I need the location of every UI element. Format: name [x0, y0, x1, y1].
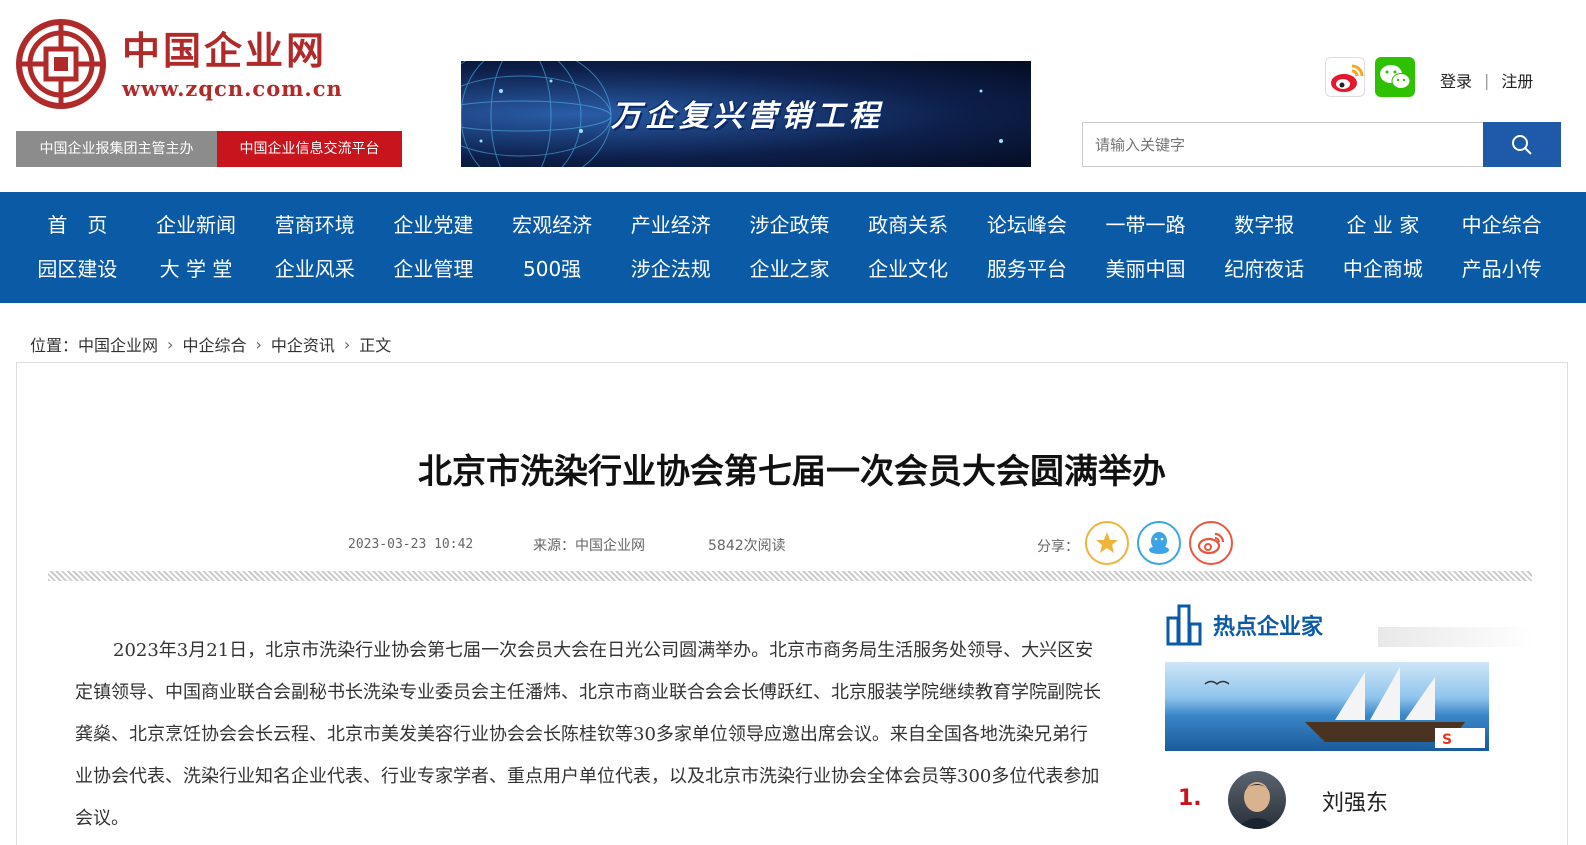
tag-platform: 中国企业信息交流平台: [217, 131, 402, 167]
article-divider: [48, 571, 1532, 581]
chevron-right-icon: ›: [255, 334, 262, 354]
share-label: 分享：: [1037, 539, 1079, 555]
article-title: 北京市洗染行业协会第七届一次会员大会圆满举办: [418, 452, 1166, 492]
tag-sponsor: 中国企业报集团主管主办: [16, 131, 217, 167]
building-icon: [1166, 604, 1202, 646]
banner-text: 万企复兴营销工程: [611, 99, 883, 134]
breadcrumb-prefix: 位置：: [30, 336, 79, 355]
nav-item[interactable]: 涉企法规: [611, 253, 730, 285]
nav-item[interactable]: 企业之家: [730, 253, 849, 285]
breadcrumb-item: 正文: [359, 336, 392, 355]
logo-url: www.zqcn.com.cn: [122, 75, 343, 101]
nav-item[interactable]: 纪府夜话: [1205, 253, 1324, 285]
breadcrumb: 位置： 中国企业网 › 中企综合 › 中企资讯 › 正文: [30, 332, 391, 356]
logo-emblem-icon: [16, 19, 106, 109]
article-source: 来源：中国企业网: [533, 538, 645, 554]
hot-rank-number: 1.: [1178, 786, 1202, 811]
nav-item[interactable]: 首 页: [18, 209, 137, 241]
header-banner[interactable]: 万企复兴营销工程: [461, 61, 1031, 167]
register-link[interactable]: 注册: [1501, 68, 1533, 92]
breadcrumb-item[interactable]: 中企综合: [182, 332, 246, 356]
search-input[interactable]: [1082, 122, 1483, 167]
nav-item[interactable]: 政商关系: [849, 209, 968, 241]
chevron-right-icon: ›: [167, 334, 174, 354]
nav-item[interactable]: 数字报: [1205, 209, 1324, 241]
article-reads: 5842次阅读: [708, 538, 786, 554]
nav-row-1: 首 页 企业新闻 营商环境 企业党建 宏观经济 产业经济 涉企政策 政商关系 论…: [18, 209, 1561, 241]
nav-item[interactable]: 园区建设: [18, 253, 137, 285]
nav-row-2: 园区建设 大 学 堂 企业风采 企业管理 500强 涉企法规 企业之家 企业文化…: [18, 253, 1561, 285]
auth-separator: |: [1484, 70, 1490, 90]
breadcrumb-item[interactable]: 中企资讯: [271, 332, 335, 356]
nav-item[interactable]: 中企商城: [1324, 253, 1443, 285]
site-header: 中国企业网 www.zqcn.com.cn 中国企业报集团主管主办 中国企业信息…: [0, 0, 1586, 192]
breadcrumb-item[interactable]: 中国企业网: [78, 332, 158, 356]
nav-item[interactable]: 论坛峰会: [968, 209, 1087, 241]
nav-item[interactable]: 中企综合: [1442, 209, 1561, 241]
article-date: 2023-03-23 10:42: [348, 537, 474, 552]
nav-item[interactable]: 产业经济: [611, 209, 730, 241]
nav-item[interactable]: 企业新闻: [137, 209, 256, 241]
nav-item[interactable]: 营商环境: [255, 209, 374, 241]
sidebar-banner-image[interactable]: S: [1165, 662, 1489, 751]
logo-title: 中国企业网: [122, 27, 328, 73]
nav-item[interactable]: 宏观经济: [493, 209, 612, 241]
search-icon: [1512, 134, 1532, 155]
weibo-icon[interactable]: [1325, 57, 1365, 97]
site-logo[interactable]: 中国企业网 www.zqcn.com.cn: [16, 18, 366, 110]
sidebar-title: 热点企业家: [1213, 615, 1324, 640]
nav-item[interactable]: 服务平台: [968, 253, 1087, 285]
search-button[interactable]: [1483, 122, 1561, 167]
nav-item[interactable]: 企 业 家: [1324, 209, 1443, 241]
tag-bar: 中国企业报集团主管主办 中国企业信息交流平台: [16, 131, 402, 167]
sidebar-header: 热点企业家: [1165, 604, 1323, 646]
nav-item[interactable]: 一带一路: [1086, 209, 1205, 241]
sidebar-header-decoration: [1378, 627, 1533, 647]
nav-item[interactable]: 企业风采: [255, 253, 374, 285]
favorite-star-icon[interactable]: [1085, 521, 1129, 565]
nav-item[interactable]: 500强: [493, 253, 612, 285]
nav-item[interactable]: 企业管理: [374, 253, 493, 285]
social-links: [1325, 57, 1415, 97]
nav-item[interactable]: 大 学 堂: [137, 253, 256, 285]
nav-item[interactable]: 产品小传: [1442, 253, 1561, 285]
auth-links: 登录 | 注册: [1440, 68, 1533, 92]
main-nav: 首 页 企业新闻 营商环境 企业党建 宏观经济 产业经济 涉企政策 政商关系 论…: [0, 192, 1586, 303]
nav-item[interactable]: 企业党建: [374, 209, 493, 241]
chevron-right-icon: ›: [343, 334, 351, 354]
svg-text:S: S: [1442, 732, 1452, 748]
qq-icon[interactable]: [1137, 521, 1181, 565]
wechat-icon[interactable]: [1375, 57, 1415, 97]
login-link[interactable]: 登录: [1440, 68, 1472, 92]
avatar[interactable]: [1228, 771, 1286, 829]
nav-item[interactable]: 涉企政策: [730, 209, 849, 241]
sailing-ship-graphic: S: [1204, 667, 1485, 748]
weibo-share-icon[interactable]: [1189, 521, 1233, 565]
entrepreneur-name[interactable]: 刘强东: [1322, 785, 1388, 817]
search-bar: [1082, 122, 1561, 167]
nav-item[interactable]: 企业文化: [849, 253, 968, 285]
nav-item[interactable]: 美丽中国: [1086, 253, 1205, 285]
article-paragraph: 2023年3月21日，北京市洗染行业协会第七届一次会员大会在日光公司圆满举办。北…: [75, 640, 1101, 829]
